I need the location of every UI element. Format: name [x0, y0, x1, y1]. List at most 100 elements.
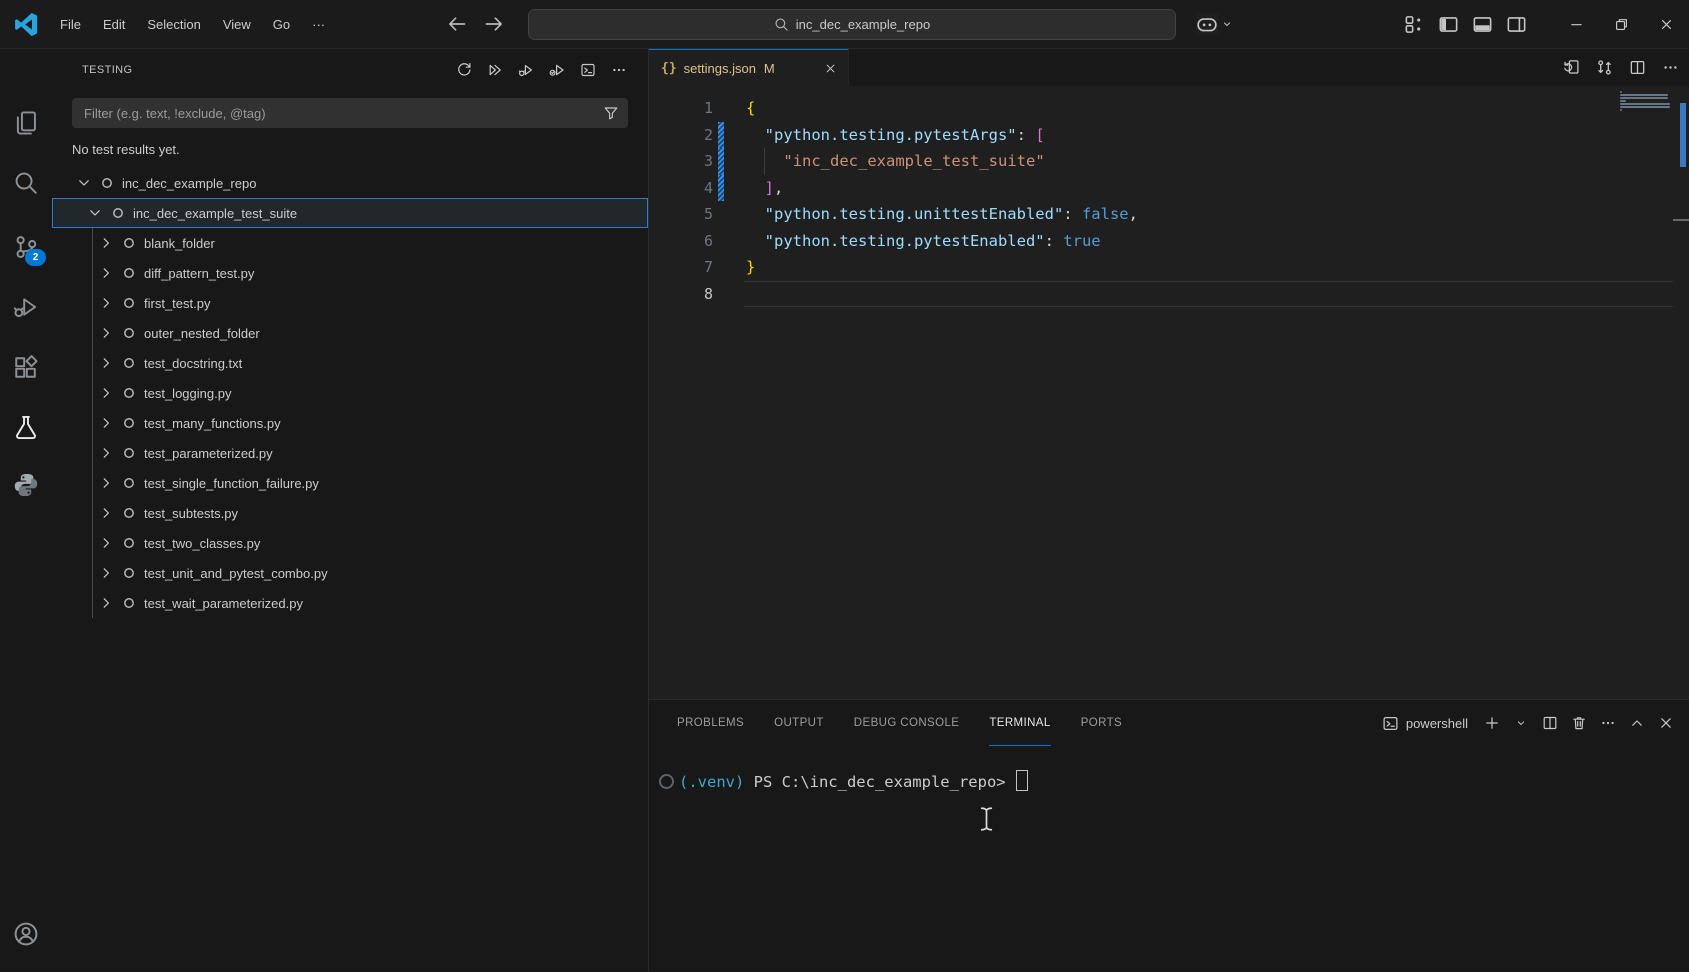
test-tree-item[interactable]: test_subtests.py [52, 498, 648, 528]
test-item-label: test_single_function_failure.py [144, 476, 319, 491]
line-number: 3 [649, 148, 713, 175]
chevron-right-icon[interactable] [98, 475, 114, 491]
show-output-button[interactable] [577, 59, 599, 81]
chevron-right-icon[interactable] [98, 565, 114, 581]
panel-tab-debug-console[interactable]: DEBUG CONSOLE [854, 700, 960, 746]
split-terminal-button[interactable] [1536, 710, 1563, 737]
test-tree-item[interactable]: inc_dec_example_repo [52, 168, 648, 198]
test-status-icon [121, 295, 137, 311]
test-tree-item[interactable]: blank_folder [52, 228, 648, 258]
panel-actions: powershell [1382, 710, 1679, 737]
overview-ruler-modified-marker [1680, 103, 1686, 167]
test-status-icon [121, 535, 137, 551]
chevron-right-icon[interactable] [98, 445, 114, 461]
panel-tab-ports[interactable]: PORTS [1081, 700, 1122, 746]
close-panel-button[interactable] [1652, 710, 1679, 737]
activity-item-accounts[interactable] [0, 910, 52, 958]
copilot-button[interactable] [1196, 13, 1233, 35]
maximize-panel-button[interactable] [1623, 710, 1650, 737]
run-tests-with-coverage-button[interactable] [546, 59, 568, 81]
terminal-shell-chip[interactable]: powershell [1382, 715, 1468, 732]
activity-item-search[interactable] [0, 159, 52, 207]
chevron-right-icon[interactable] [98, 385, 114, 401]
split-editor-button[interactable] [1624, 54, 1650, 80]
test-status-icon [121, 445, 137, 461]
chevron-right-icon[interactable] [98, 595, 114, 611]
minimap[interactable] [1620, 91, 1672, 114]
toggle-primary-sidebar-button[interactable] [1438, 14, 1459, 35]
refresh-tests-button[interactable] [453, 59, 475, 81]
editor-tab-bar: {} settings.json M [649, 48, 1689, 86]
more-actions-button[interactable] [1594, 710, 1621, 737]
test-tree-item[interactable]: test_parameterized.py [52, 438, 648, 468]
filter-icon[interactable] [603, 105, 619, 121]
chevron-right-icon[interactable] [98, 295, 114, 311]
panel-tab-terminal[interactable]: TERMINAL [989, 700, 1050, 746]
kill-terminal-button[interactable] [1565, 710, 1592, 737]
activity-item-explorer[interactable] [0, 99, 52, 147]
chevron-right-icon[interactable] [98, 355, 114, 371]
minimize-button[interactable] [1554, 0, 1599, 48]
panel-tab-output[interactable]: OUTPUT [774, 700, 824, 746]
debug-tests-button[interactable] [515, 59, 537, 81]
new-terminal-button[interactable] [1478, 710, 1505, 737]
launch-profile-button[interactable] [1507, 710, 1534, 737]
test-tree-item[interactable]: test_wait_parameterized.py [52, 588, 648, 618]
chevron-right-icon[interactable] [98, 235, 114, 251]
chevron-right-icon[interactable] [98, 415, 114, 431]
menu-view[interactable]: View [212, 10, 262, 39]
go-forward-button[interactable] [483, 13, 505, 35]
menu-go[interactable]: Go [262, 10, 301, 39]
command-center-search[interactable]: inc_dec_example_repo [528, 9, 1176, 40]
test-filter-box[interactable] [72, 98, 628, 128]
close-tab-button[interactable] [820, 58, 840, 78]
test-tree-item[interactable]: first_test.py [52, 288, 648, 318]
test-tree-item[interactable]: test_many_functions.py [52, 408, 648, 438]
maximize-restore-button[interactable] [1599, 0, 1644, 48]
test-tree-item[interactable]: diff_pattern_test.py [52, 258, 648, 288]
test-tree-item[interactable]: test_docstring.txt [52, 348, 648, 378]
compare-changes-button[interactable] [1591, 54, 1617, 80]
menu-file[interactable]: File [49, 10, 92, 39]
chevron-down-icon[interactable] [87, 205, 103, 221]
go-back-button[interactable] [446, 13, 468, 35]
line-number: 8 [649, 281, 713, 308]
test-tree-item[interactable]: test_logging.py [52, 378, 648, 408]
test-filter-input[interactable] [82, 105, 603, 122]
chevron-right-icon[interactable] [98, 325, 114, 341]
chevron-down-icon[interactable] [76, 175, 92, 191]
menu-selection[interactable]: Selection [136, 10, 211, 39]
panel-tab-problems[interactable]: PROBLEMS [677, 700, 744, 746]
chevron-right-icon[interactable] [98, 265, 114, 281]
tab-settings-json[interactable]: {} settings.json M [649, 48, 849, 86]
activity-item-source-control[interactable]: 2 [0, 223, 52, 271]
command-decoration-icon[interactable] [659, 774, 674, 789]
toggle-panel-button[interactable] [1472, 14, 1493, 35]
menu-edit[interactable]: Edit [92, 10, 136, 39]
chevron-right-icon[interactable] [98, 505, 114, 521]
toggle-secondary-sidebar-button[interactable] [1506, 14, 1527, 35]
test-tree-item[interactable]: test_unit_and_pytest_combo.py [52, 558, 648, 588]
close-window-button[interactable] [1644, 0, 1689, 48]
beaker-icon [13, 414, 39, 440]
more-actions-button[interactable] [608, 59, 630, 81]
test-tree-item[interactable]: inc_dec_example_test_suite [52, 198, 648, 228]
test-tree-item[interactable]: test_single_function_failure.py [52, 468, 648, 498]
code-editor[interactable]: 1{2"python.testing.pytestArgs": [3"inc_d… [649, 86, 1689, 699]
customize-layout-button[interactable] [1404, 14, 1425, 35]
chevron-right-icon[interactable] [98, 535, 114, 551]
modified-gutter-marker [718, 281, 724, 308]
activity-item-run-and-debug[interactable] [0, 283, 52, 331]
history-nav [446, 13, 505, 35]
open-changes-button[interactable] [1558, 54, 1584, 80]
test-item-label: inc_dec_example_repo [122, 176, 256, 191]
activity-item-python[interactable] [0, 461, 52, 509]
test-tree-item[interactable]: test_two_classes.py [52, 528, 648, 558]
menu-overflow[interactable]: ··· [301, 10, 336, 39]
test-tree-item[interactable]: outer_nested_folder [52, 318, 648, 348]
run-tests-button[interactable] [484, 59, 506, 81]
more-actions-button[interactable] [1657, 54, 1683, 80]
terminal-content[interactable]: (.venv) PS C:\inc_dec_example_repo> [649, 746, 1689, 972]
activity-item-extensions[interactable] [0, 343, 52, 391]
activity-item-testing[interactable] [0, 403, 52, 451]
